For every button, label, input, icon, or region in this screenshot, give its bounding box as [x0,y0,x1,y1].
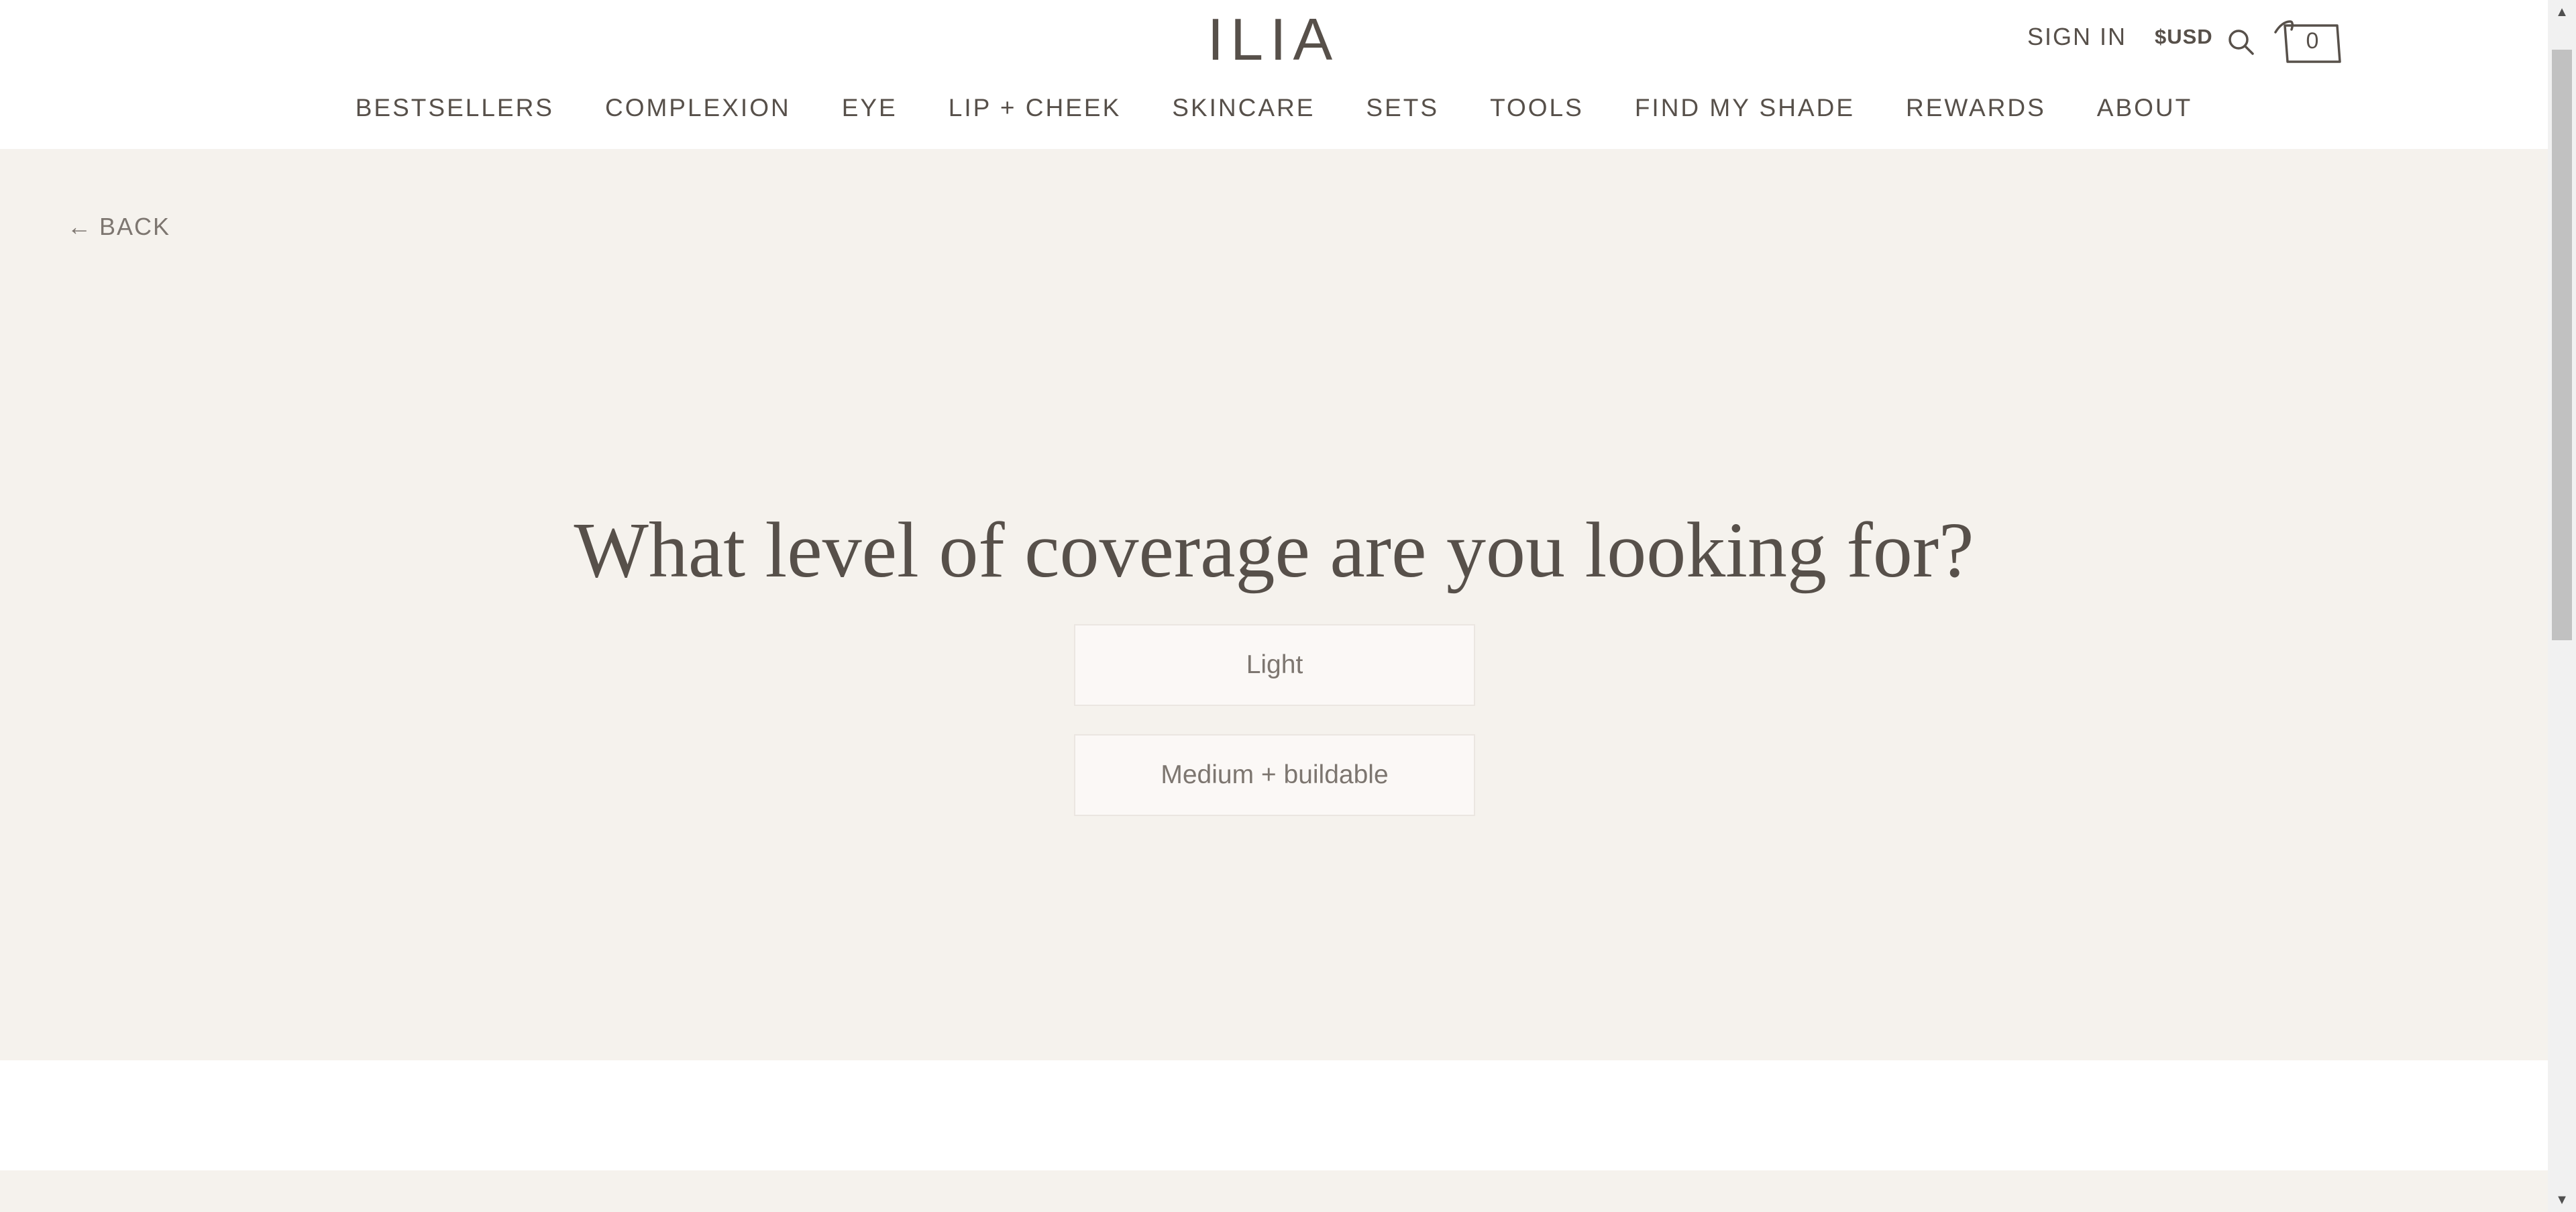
option-medium-buildable-button[interactable]: Medium + buildable [1074,734,1475,816]
nav-item-sets[interactable]: SETS [1366,91,1439,125]
option-light-button[interactable]: Light [1074,624,1475,706]
sign-in-link[interactable]: SIGN IN [2027,20,2127,54]
back-arrow-icon: ← [67,213,93,240]
site-header: ILIA SIGN IN $USD 0 BESTSELLERS COMPLEXI… [0,0,2548,149]
nav-item-about[interactable]: ABOUT [2097,91,2192,125]
scroll-thumb[interactable] [2552,50,2572,640]
nav-item-bestsellers[interactable]: BESTSELLERS [356,91,554,125]
next-section [0,1170,2548,1212]
back-label: BACK [99,213,171,240]
search-icon[interactable] [2226,27,2255,56]
nav-item-eye[interactable]: EYE [842,91,898,125]
main-nav: BESTSELLERS COMPLEXION EYE LIP + CHEEK S… [0,91,2548,125]
nav-item-skincare[interactable]: SKINCARE [1172,91,1315,125]
nav-item-lip-cheek[interactable]: LIP + CHEEK [949,91,1122,125]
scroll-up-arrow-icon[interactable]: ▲ [2548,0,2576,24]
nav-item-tools[interactable]: TOOLS [1490,91,1584,125]
nav-item-complexion[interactable]: COMPLEXION [605,91,791,125]
vertical-scrollbar[interactable]: ▲ ▼ [2548,0,2576,1212]
page: ILIA SIGN IN $USD 0 BESTSELLERS COMPLEXI… [0,0,2548,1212]
shade-quiz-section: ← BACK What level of coverage are you lo… [0,149,2548,1060]
currency-selector[interactable]: $USD [2155,20,2213,54]
nav-item-rewards[interactable]: REWARDS [1906,91,2046,125]
nav-item-find-my-shade[interactable]: FIND MY SHADE [1635,91,1855,125]
brand-logo[interactable]: ILIA [1206,9,1340,70]
scroll-down-arrow-icon[interactable]: ▼ [2548,1188,2576,1212]
cart-count[interactable]: 0 [2289,24,2336,58]
section-divider [0,1060,2548,1170]
back-button[interactable]: ← BACK [67,207,170,247]
quiz-question: What level of coverage are you looking f… [574,506,1974,594]
